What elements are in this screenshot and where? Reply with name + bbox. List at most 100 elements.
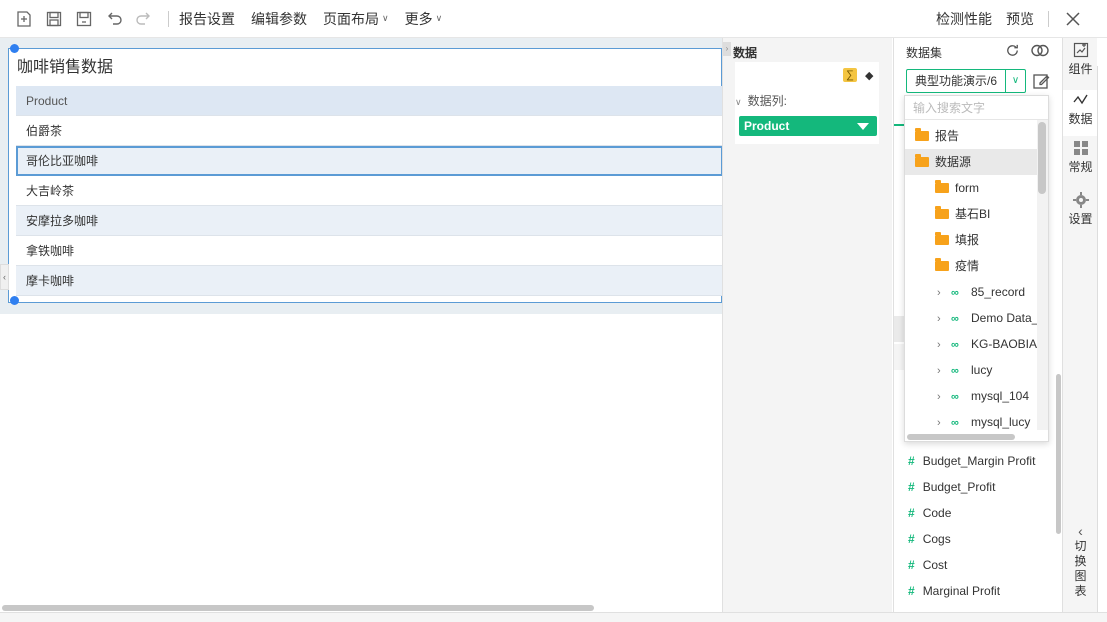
- eraser-icon[interactable]: ◆: [865, 69, 873, 82]
- sidebar-item-general[interactable]: 常规: [1063, 140, 1098, 186]
- top-toolbar: 报告设置 编辑参数 页面布局 ∨ 更多 ∨ 检测性能 预览: [0, 0, 1107, 38]
- chevron-left-icon: ‹: [1078, 523, 1083, 539]
- field-item[interactable]: # Cost: [894, 552, 1063, 578]
- tree-item-yiqing[interactable]: 疫情: [905, 253, 1037, 279]
- link-icon: ∞: [951, 391, 959, 403]
- tree-item-kg-baobia[interactable]: › ∞ KG-BAOBIA: [905, 331, 1037, 357]
- dataset-search-input[interactable]: 输入搜索文字: [905, 96, 1048, 120]
- table-row[interactable]: 大吉岭茶: [16, 176, 723, 206]
- link-icon: ∞: [951, 365, 959, 377]
- tree-item-datasource[interactable]: 数据源: [905, 149, 1037, 175]
- table-row[interactable]: 拿铁咖啡: [16, 236, 723, 266]
- table-row[interactable]: 伯爵茶: [16, 116, 723, 146]
- chevron-right-icon[interactable]: ›: [937, 332, 947, 357]
- window-edge: [1097, 66, 1107, 612]
- general-icon: [1073, 141, 1088, 155]
- data-panel: › 数据 ∑ ◆ ∨ 数据列: Product: [722, 38, 892, 612]
- sigma-icon[interactable]: ∑: [843, 68, 857, 82]
- link-icon: ∞: [951, 287, 959, 299]
- number-field-icon: #: [908, 454, 915, 468]
- tree-item-lucy[interactable]: › ∞ lucy: [905, 357, 1037, 383]
- tree-item-tianbao[interactable]: 填报: [905, 227, 1037, 253]
- redo-icon[interactable]: [134, 9, 154, 29]
- folder-icon: [935, 206, 949, 219]
- chevron-down-icon: ∨: [382, 13, 389, 23]
- refresh-icon[interactable]: [1004, 42, 1021, 59]
- undo-icon[interactable]: [104, 9, 124, 29]
- number-field-icon: #: [908, 558, 915, 572]
- report-title: 咖啡销售数据: [17, 59, 114, 76]
- chevron-right-icon[interactable]: ›: [937, 410, 947, 435]
- report-component[interactable]: 咖啡销售数据 Product 伯爵茶 哥伦比亚咖啡 大吉岭茶 安摩拉多咖啡 拿铁…: [8, 48, 723, 303]
- sidebar-item-data[interactable]: 数据: [1063, 90, 1098, 136]
- number-field-icon: #: [908, 480, 915, 494]
- field-item[interactable]: # Budget_Profit: [894, 474, 1063, 500]
- field-item[interactable]: # Cogs: [894, 526, 1063, 552]
- chevron-right-icon[interactable]: ›: [937, 384, 947, 409]
- number-field-icon: #: [908, 584, 915, 598]
- folder-icon: [935, 258, 949, 271]
- field-list: # Budget_Margin Profit # Budget_Profit # Co…: [894, 448, 1063, 604]
- resize-handle-top[interactable]: [10, 44, 19, 53]
- tree-item-85-record[interactable]: › ∞ 85_record: [905, 279, 1037, 305]
- toolbar-divider: [1048, 11, 1049, 27]
- chevron-down-icon[interactable]: ∨: [1005, 70, 1025, 92]
- data-panel-title: 数据: [733, 46, 758, 60]
- collapse-left-button[interactable]: ‹: [0, 264, 9, 290]
- settings-icon: [1072, 192, 1089, 208]
- vertical-scrollbar[interactable]: [1038, 122, 1046, 194]
- link-icon: ∞: [951, 339, 959, 351]
- new-report-icon[interactable]: [14, 9, 34, 29]
- preview-button[interactable]: 预览: [1006, 9, 1034, 29]
- table-row[interactable]: 摩卡咖啡: [16, 266, 723, 296]
- horizontal-scrollbar[interactable]: [2, 605, 594, 611]
- dataset-dropdown: 输入搜索文字 报告 数据源 form 基石BI 填报 疫情 › ∞ 85_recor…: [904, 95, 1049, 442]
- chevron-right-icon[interactable]: ›: [937, 306, 947, 331]
- tree-item-mysql-104[interactable]: › ∞ mysql_104: [905, 383, 1037, 409]
- tree-item-mysql-lucy[interactable]: › ∞ mysql_lucy: [905, 409, 1037, 435]
- chevron-down-icon: ∨: [435, 13, 443, 23]
- edit-icon[interactable]: [1032, 72, 1050, 90]
- save-as-icon[interactable]: [74, 9, 94, 29]
- folder-icon: [935, 232, 949, 245]
- sidebar-item-settings[interactable]: 设置: [1063, 192, 1098, 232]
- dataset-link-icon[interactable]: [1030, 42, 1050, 59]
- field-item[interactable]: # Code: [894, 500, 1063, 526]
- chevron-right-icon[interactable]: ›: [937, 280, 947, 305]
- data-column-label[interactable]: ∨ 数据列:: [735, 92, 787, 109]
- check-performance-button[interactable]: 检测性能: [936, 9, 992, 29]
- tree-item-report[interactable]: 报告: [905, 123, 1037, 149]
- data-icon: [1072, 94, 1088, 105]
- status-bar: [0, 612, 1107, 622]
- sidebar-item-component[interactable]: 组件: [1063, 42, 1098, 86]
- field-item[interactable]: # Budget_Margin Profit: [894, 448, 1063, 474]
- report-canvas[interactable]: 咖啡销售数据 Product 伯爵茶 哥伦比亚咖啡 大吉岭茶 安摩拉多咖啡 拿铁…: [0, 38, 723, 611]
- table-row[interactable]: 哥伦比亚咖啡: [16, 146, 723, 176]
- chevron-right-icon[interactable]: ›: [937, 358, 947, 383]
- horizontal-scrollbar[interactable]: [907, 434, 1015, 440]
- chevron-down-icon: ∨: [735, 97, 742, 107]
- save-icon[interactable]: [44, 9, 64, 29]
- tree-item-demo-data[interactable]: › ∞ Demo Data_: [905, 305, 1037, 331]
- menu-more[interactable]: 更多 ∨: [405, 9, 443, 29]
- data-field-product[interactable]: Product: [739, 116, 877, 136]
- table-row[interactable]: 安摩拉多咖啡: [16, 206, 723, 236]
- menu-edit-params[interactable]: 编辑参数: [251, 9, 307, 29]
- field-item[interactable]: # Marginal Profit: [894, 578, 1063, 604]
- switch-chart-button[interactable]: ‹ 切换图表: [1063, 524, 1098, 599]
- close-icon[interactable]: [1065, 11, 1081, 27]
- collapse-panel-button[interactable]: ›: [723, 42, 731, 56]
- dropdown-triangle-icon[interactable]: [857, 123, 869, 130]
- menu-page-layout[interactable]: 页面布局 ∨: [323, 9, 389, 29]
- tree-item-jishi-bi[interactable]: 基石BI: [905, 201, 1037, 227]
- table-header[interactable]: Product: [16, 86, 723, 116]
- dataset-select[interactable]: 典型功能演示/6 ∨: [906, 69, 1026, 93]
- resize-handle-bottom[interactable]: [10, 296, 19, 305]
- component-icon: [1073, 42, 1088, 58]
- tree-item-form[interactable]: form: [905, 175, 1037, 201]
- report-table[interactable]: Product 伯爵茶 哥伦比亚咖啡 大吉岭茶 安摩拉多咖啡 拿铁咖啡 摩卡咖啡: [16, 86, 723, 296]
- menu-report-settings[interactable]: 报告设置: [179, 9, 235, 29]
- toolbar-right: 检测性能 预览: [936, 0, 1107, 38]
- folder-icon: [935, 180, 949, 193]
- folder-icon: [915, 128, 929, 141]
